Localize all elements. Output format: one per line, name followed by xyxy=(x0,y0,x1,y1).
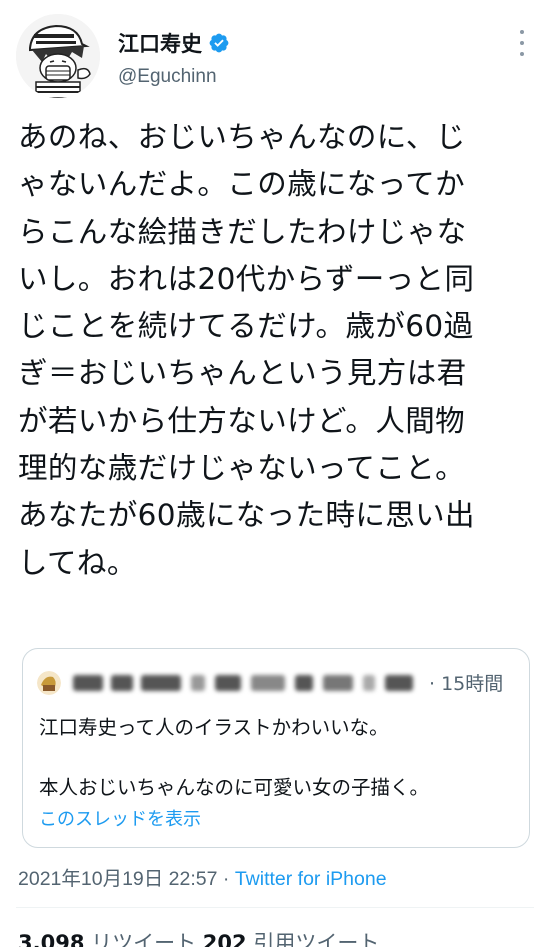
tweet-text-line: してね。 xyxy=(18,545,137,580)
quoted-author-avatar[interactable] xyxy=(37,671,61,695)
divider xyxy=(16,907,534,908)
author-avatar[interactable] xyxy=(16,14,100,98)
tweet-text-line: いし。おれは20代からずーっと同 xyxy=(18,261,475,296)
tweet-source-link[interactable]: Twitter for iPhone xyxy=(235,868,387,890)
tweet-timestamp[interactable]: 2021年10月19日 22:57 · xyxy=(18,868,235,890)
tweet-text-line: が若いから仕方ないけど。人間物 xyxy=(18,403,466,438)
show-thread-link[interactable]: このスレッドを表示 xyxy=(39,805,201,831)
tweet-text-line: ゃないんだよ。この歳になってか xyxy=(18,167,466,202)
tweet-text-line: らこんな絵描きだしたわけじゃな xyxy=(18,214,467,249)
tweet-meta: 2021年10月19日 22:57 · Twitter for iPhone xyxy=(18,862,387,891)
author-name-row[interactable]: 江口寿史 xyxy=(118,28,230,58)
tweet-text-line: 理的な歳だけじゃないってこと。 xyxy=(18,451,466,486)
author-handle[interactable]: @Eguchinn xyxy=(118,66,217,88)
author-display-name[interactable]: 江口寿史 xyxy=(118,28,202,58)
tweet-stats: 3,098 リツイート 202 引用ツイート xyxy=(18,927,379,947)
quotes-count[interactable]: 202 xyxy=(203,931,247,947)
tweet-header: 江口寿史 @Eguchinn xyxy=(0,0,550,110)
tweet-text-line: じことを続けてるだけ。歳が60過 xyxy=(18,309,474,344)
quoted-tweet-text-line1: 江口寿史って人のイラストかわいいな。 xyxy=(39,716,389,739)
retweets-label[interactable]: リツイート xyxy=(84,931,202,947)
verified-badge-icon xyxy=(209,33,229,53)
quoted-tweet-time[interactable]: · 15時間 xyxy=(429,669,503,696)
tweet-text-line: ぎ＝おじいちゃんという見方は君 xyxy=(18,356,467,391)
quotes-label[interactable]: 引用ツイート xyxy=(247,931,379,947)
more-options-icon[interactable] xyxy=(516,30,528,56)
tweet-text: あのね、おじいちゃんなのに、じ ゃないんだよ。この歳になってか らこんな絵描きだした… xyxy=(18,114,538,587)
quoted-tweet-text-line2: 本人おじいちゃんなのに可愛い女の子描く。 xyxy=(39,776,430,799)
tweet-text-line: あのね、おじいちゃんなのに、じ xyxy=(18,120,466,154)
retweets-count[interactable]: 3,098 xyxy=(18,931,84,947)
redacted-author-name xyxy=(67,669,419,695)
tweet-text-line: あなたが60歳になった時に思い出 xyxy=(18,498,475,533)
quoted-tweet[interactable]: · 15時間 江口寿史って人のイラストかわいいな。 本人おじいちゃんなのに可愛い… xyxy=(22,648,530,848)
